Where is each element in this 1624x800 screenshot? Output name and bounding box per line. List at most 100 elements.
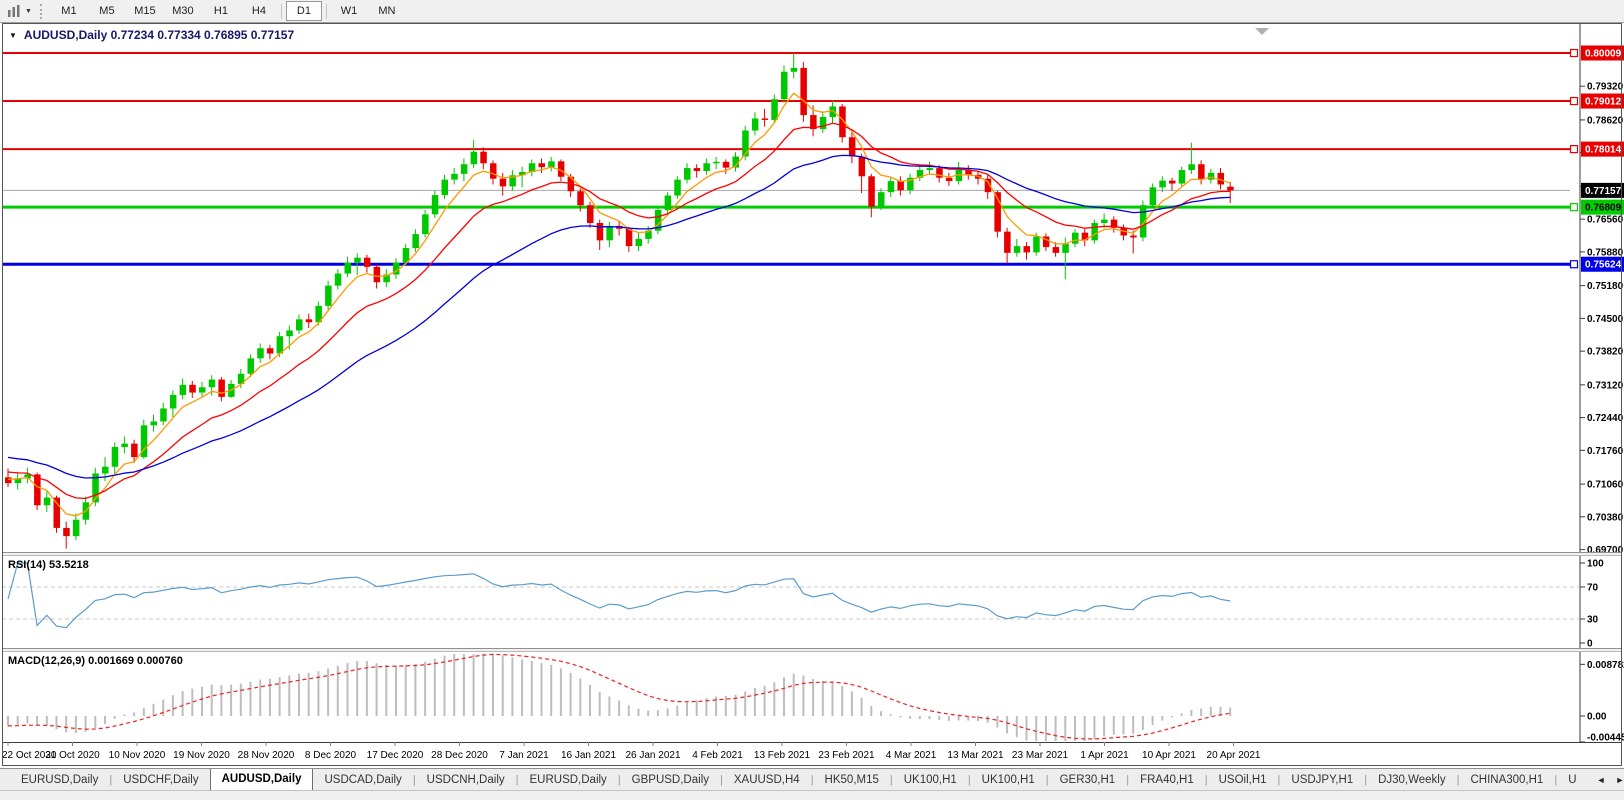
price-tick-label: 0.75180 <box>1587 281 1624 292</box>
candle-body-up <box>160 408 167 421</box>
chart-tab-dj30-weekly[interactable]: DJ30,Weekly <box>1367 771 1457 790</box>
price-badge-label: 0.77157 <box>1585 186 1622 197</box>
chart-tab-eurusd-daily[interactable]: EURUSD,Daily <box>518 771 617 790</box>
chart-tab-usoil-h1[interactable]: USOil,H1 <box>1208 771 1278 790</box>
time-tick-label: 17 Dec 2020 <box>367 750 424 761</box>
chart-tab-uk100-h1[interactable]: UK100,H1 <box>971 771 1046 790</box>
chart-tab-ger30-h1[interactable]: GER30,H1 <box>1049 771 1127 790</box>
candle-body-up <box>548 161 555 167</box>
price-chart-canvas[interactable]: 0.793200.786200.779400.772400.765600.758… <box>0 23 1624 768</box>
timeframe-button-mn[interactable]: MN <box>369 1 405 21</box>
chart-tab-uk100-h1[interactable]: UK100,H1 <box>893 771 968 790</box>
tabs-scroll-right-icon[interactable]: ► <box>1615 775 1624 785</box>
timeframe-buttons: M1M5M15M30H1H4 D1 W1MN <box>50 1 406 21</box>
timeframe-button-w1[interactable]: W1 <box>331 1 367 21</box>
timeframe-button-m30[interactable]: M30 <box>165 1 201 21</box>
macd-bar <box>1210 707 1212 716</box>
top-toolbar: ▼ M1M5M15M30H1H4 D1 W1MN <box>0 0 1624 23</box>
macd-bar <box>657 710 659 716</box>
candle-body-down <box>626 229 633 246</box>
chart-tabs-bar: EURUSD,Daily|USDCHF,DailyAUDUSD,DailyUSD… <box>0 768 1624 790</box>
chart-tab-usdchf-daily[interactable]: USDCHF,Daily <box>112 771 209 790</box>
macd-bar <box>26 716 28 723</box>
chart-tab-u[interactable]: U <box>1557 771 1587 790</box>
price-tick-label: 0.73820 <box>1587 347 1624 358</box>
macd-bar <box>424 662 426 716</box>
mt4-terminal: { "toolbar": { "timeframes": ["M1","M5",… <box>0 0 1624 800</box>
macd-bar <box>269 679 271 716</box>
candle-body-up <box>248 358 255 373</box>
candle-body-up <box>1014 246 1021 253</box>
macd-bar <box>589 685 591 716</box>
timeframe-button-m15[interactable]: M15 <box>127 1 163 21</box>
candle-body-down <box>897 181 904 190</box>
macd-bar <box>676 706 678 716</box>
chart-symbol-period: AUDUSD,Daily <box>24 28 107 42</box>
chart-tab-hk50-m15[interactable]: HK50,M15 <box>814 771 890 790</box>
timeframe-button-h1[interactable]: H1 <box>203 1 239 21</box>
hline-marker <box>1571 98 1578 105</box>
chart-tab-gbpusd-daily[interactable]: GBPUSD,Daily <box>621 771 720 790</box>
chart-tool-icon[interactable] <box>6 4 22 18</box>
macd-bar <box>114 716 116 719</box>
chart-tab-usdcnh-daily[interactable]: USDCNH,Daily <box>416 771 516 790</box>
macd-bar <box>172 695 174 716</box>
macd-bar <box>1035 716 1037 741</box>
macd-bar <box>987 716 989 723</box>
time-tick-label: 13 Mar 2021 <box>947 750 1004 761</box>
macd-bar <box>279 677 281 716</box>
candle-body-down <box>63 528 69 536</box>
macd-bar <box>754 688 756 716</box>
price-badge-label: 0.76809 <box>1585 203 1622 214</box>
chart-tab-eurusd-daily[interactable]: EURUSD,Daily <box>10 771 109 790</box>
macd-bar <box>1064 716 1066 741</box>
candle-body-down <box>1053 247 1060 253</box>
time-tick-label: 20 Apr 2021 <box>1207 750 1261 761</box>
price-tick-label: 0.74500 <box>1587 314 1624 325</box>
candle-body-down <box>587 205 594 223</box>
chart-tab-usdcad-daily[interactable]: USDCAD,Daily <box>313 771 412 790</box>
macd-bar <box>17 716 19 725</box>
timeframe-button-m1[interactable]: M1 <box>51 1 87 21</box>
chart-tab-china300-h1[interactable]: CHINA300,H1 <box>1459 771 1554 790</box>
title-collapse-icon[interactable]: ▼ <box>9 31 17 40</box>
chart-tab-usdjpy-h1[interactable]: USDJPY,H1 <box>1280 771 1364 790</box>
chevron-down-icon[interactable]: ▼ <box>25 8 32 15</box>
candle-body-up <box>151 421 158 425</box>
chart-ohlc-values: 0.77234 0.77334 0.76895 0.77157 <box>111 28 295 42</box>
macd-bar <box>250 682 252 716</box>
chart-tab-xauusd-h4[interactable]: XAUUSD,H4 <box>723 771 811 790</box>
macd-bar <box>958 716 960 721</box>
candle-body-up <box>752 118 759 130</box>
candle-body-up <box>73 520 80 536</box>
time-tick-label: 19 Nov 2020 <box>173 750 230 761</box>
chart-tab-fra40-h1[interactable]: FRA40,H1 <box>1129 771 1205 790</box>
price-tick-label: 0.78620 <box>1587 115 1624 126</box>
timeframe-button-m5[interactable]: M5 <box>89 1 125 21</box>
macd-bar <box>812 679 814 716</box>
price-tick-label: 0.73120 <box>1587 380 1624 391</box>
rsi-indicator-label: RSI(14) 53.5218 <box>8 559 89 571</box>
rsi-tick-label: 70 <box>1587 583 1599 594</box>
candle-body-up <box>636 239 643 246</box>
hline-marker <box>1571 146 1578 153</box>
macd-bar <box>162 700 164 716</box>
timeframe-button-d1[interactable]: D1 <box>286 1 322 21</box>
macd-bar <box>521 660 523 716</box>
macd-bar <box>463 654 465 716</box>
timeframe-button-h4[interactable]: H4 <box>241 1 277 21</box>
price-badge-label: 0.75624 <box>1585 260 1622 271</box>
macd-bar <box>686 702 688 716</box>
candle-body-up <box>791 68 798 72</box>
candle-body-up <box>354 258 361 263</box>
toolbar-grip <box>40 4 42 19</box>
candle-body-down <box>189 385 196 393</box>
tabs-scroll-left-icon[interactable]: ◄ <box>1597 775 1606 785</box>
macd-bar <box>696 700 698 716</box>
chart-tab-audusd-daily[interactable]: AUDUSD,Daily <box>210 768 314 790</box>
macd-bar <box>65 716 67 732</box>
candle-body-up <box>1179 170 1186 183</box>
candle-body-down <box>490 163 497 178</box>
candle-body-up <box>1188 164 1195 170</box>
macd-bar <box>94 716 96 728</box>
